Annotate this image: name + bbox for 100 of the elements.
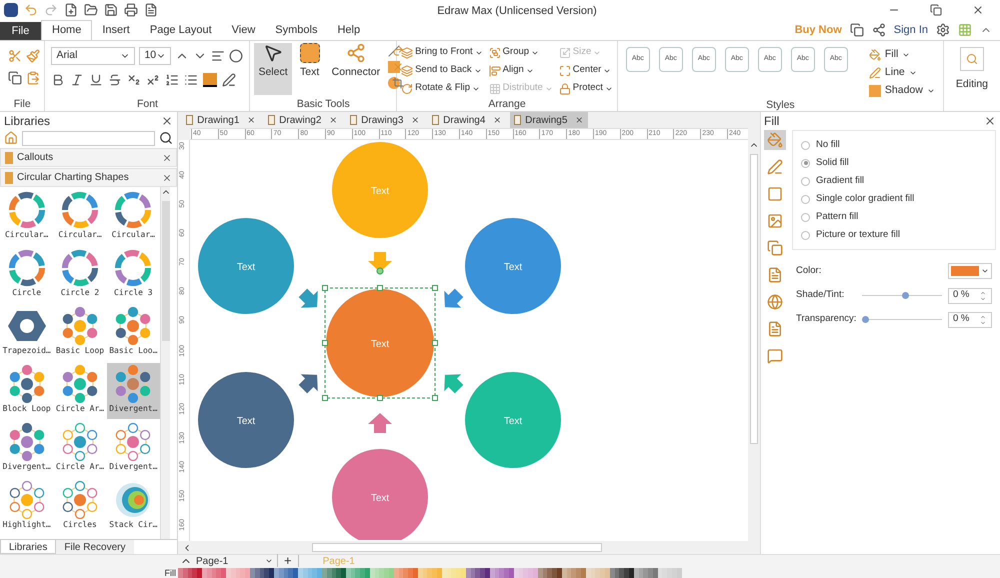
library-shape-item[interactable]: Divergent… (106, 421, 160, 477)
radio-button[interactable] (801, 176, 810, 186)
close-icon[interactable] (162, 152, 172, 162)
share-screen-icon[interactable] (850, 23, 864, 37)
library-shape-item[interactable]: Circles (53, 479, 107, 535)
color-picker[interactable] (948, 263, 992, 279)
selection-box[interactable] (322, 268, 438, 401)
document-tab[interactable]: Drawing2 (264, 112, 342, 128)
document-tab[interactable]: Drawing3 (346, 112, 424, 128)
library-shape-item[interactable]: Circular… (106, 189, 160, 245)
menu-tab[interactable]: Insert (92, 20, 140, 40)
library-shape-item[interactable]: Basic Loop (53, 305, 107, 361)
document-tab[interactable]: Drawing5 (510, 112, 588, 128)
fill-option[interactable]: Picture or texture fill (801, 229, 987, 241)
fill-option[interactable]: Solid fill (801, 157, 987, 169)
italic-icon[interactable] (70, 73, 84, 87)
style-dropdown[interactable]: Line (868, 65, 935, 80)
redo-icon[interactable] (44, 3, 58, 17)
library-shape-item[interactable]: Circle 2 (53, 247, 107, 303)
panel-tab[interactable]: Libraries (0, 540, 56, 554)
undo-icon[interactable] (24, 3, 38, 17)
bullet-list-icon[interactable] (184, 73, 198, 87)
folder-icon[interactable] (84, 3, 98, 17)
library-shape-item[interactable]: Basic Loo… (106, 305, 160, 361)
style-dropdown[interactable]: Fill (868, 47, 935, 62)
library-shape-item[interactable]: Divergent… (106, 363, 160, 419)
panel-tool-button[interactable] (764, 130, 786, 150)
cut-icon[interactable] (8, 49, 22, 63)
font-color-icon[interactable] (222, 73, 236, 87)
line-spacing-icon[interactable] (165, 73, 180, 87)
circle-shape[interactable] (465, 218, 561, 314)
library-shape-item[interactable]: Trapezoid… (0, 305, 54, 361)
slider-thumb[interactable] (902, 292, 910, 299)
close-icon[interactable] (162, 172, 172, 182)
menu-tab[interactable]: Home (41, 20, 92, 40)
menu-tab[interactable]: Page Layout (140, 20, 222, 40)
percent-spinbox[interactable]: 0 % (948, 312, 992, 328)
document-tab[interactable]: Drawing4 (428, 112, 506, 128)
circle-shape[interactable] (198, 218, 294, 314)
bold-icon[interactable] (51, 73, 66, 87)
radio-button[interactable] (801, 212, 810, 222)
radio-button[interactable] (801, 140, 810, 150)
editing-button[interactable]: Editing (956, 77, 988, 93)
library-search-field[interactable] (22, 130, 155, 146)
align-icon[interactable] (211, 49, 226, 63)
library-shape-item[interactable]: Highlight… (0, 479, 54, 535)
library-shape-item[interactable]: Circular… (53, 189, 107, 245)
subscript-icon[interactable] (127, 73, 142, 87)
rectangle-icon[interactable] (388, 61, 400, 73)
copy-icon[interactable] (8, 71, 22, 85)
menu-tab[interactable]: View (222, 20, 266, 40)
arrange-button[interactable]: Center (558, 63, 613, 78)
library-shape-item[interactable]: Circle Ar… (53, 363, 107, 419)
library-section-header[interactable]: Circular Charting Shapes (0, 168, 177, 187)
tool-button[interactable]: Text (296, 43, 324, 95)
document-tab[interactable]: Drawing1 (182, 112, 260, 128)
arrange-button[interactable]: Protect (558, 81, 613, 96)
crop-icon[interactable] (392, 77, 404, 89)
fill-option[interactable]: No fill (801, 139, 987, 151)
radio-button[interactable] (801, 194, 810, 204)
library-shape-item[interactable]: Block Loop (0, 363, 54, 419)
strikethrough-icon[interactable] (108, 73, 122, 87)
slider-thumb[interactable] (862, 316, 869, 323)
font-size-dropdown[interactable]: 10 (139, 47, 172, 65)
arc-icon[interactable] (392, 45, 404, 57)
print-icon[interactable] (124, 3, 138, 17)
library-shape-item[interactable]: Circle 3 (106, 247, 160, 303)
close-icon[interactable] (161, 114, 173, 126)
tool-button[interactable]: Connector (328, 43, 384, 95)
library-shape-item[interactable]: Stack Cir… (106, 479, 160, 535)
arrange-button[interactable]: Group (488, 45, 553, 60)
circle-shape[interactable] (326, 289, 434, 397)
library-shape-item[interactable]: Circle Ar… (53, 421, 107, 477)
percent-spinbox[interactable]: 0 % (948, 288, 992, 304)
underline-icon[interactable] (89, 73, 104, 87)
tool-button[interactable]: Select (254, 43, 292, 95)
arrange-button[interactable]: Align (488, 63, 553, 78)
radio-button[interactable] (801, 158, 810, 168)
restore-icon[interactable] (930, 4, 942, 16)
arrange-button[interactable]: Rotate & Flip (401, 81, 483, 96)
text-curve-icon[interactable] (229, 49, 244, 63)
superscript-icon[interactable] (146, 73, 160, 87)
cross-icon[interactable] (392, 61, 404, 73)
fill-option[interactable]: Pattern fill (801, 211, 987, 223)
highlight-color-icon[interactable] (203, 73, 218, 87)
fill-option[interactable]: Single color gradient fill (801, 193, 987, 205)
search-icon[interactable] (159, 131, 173, 145)
close-icon[interactable] (972, 4, 984, 16)
find-replace-icon[interactable] (960, 47, 984, 71)
format-painter-icon[interactable] (26, 49, 40, 63)
home-icon[interactable] (4, 131, 18, 145)
settings-icon[interactable] (936, 23, 950, 37)
fill-option[interactable]: Gradient fill (801, 175, 987, 187)
library-shape-item[interactable]: Divergent… (0, 421, 54, 477)
arrange-button[interactable]: Bring to Front (401, 45, 483, 60)
panel-tab[interactable]: File Recovery (56, 540, 134, 554)
save-icon[interactable] (104, 3, 118, 17)
apps-icon[interactable] (958, 23, 972, 37)
line-icon[interactable] (388, 45, 400, 57)
font-family-dropdown[interactable]: Arial (51, 47, 136, 65)
